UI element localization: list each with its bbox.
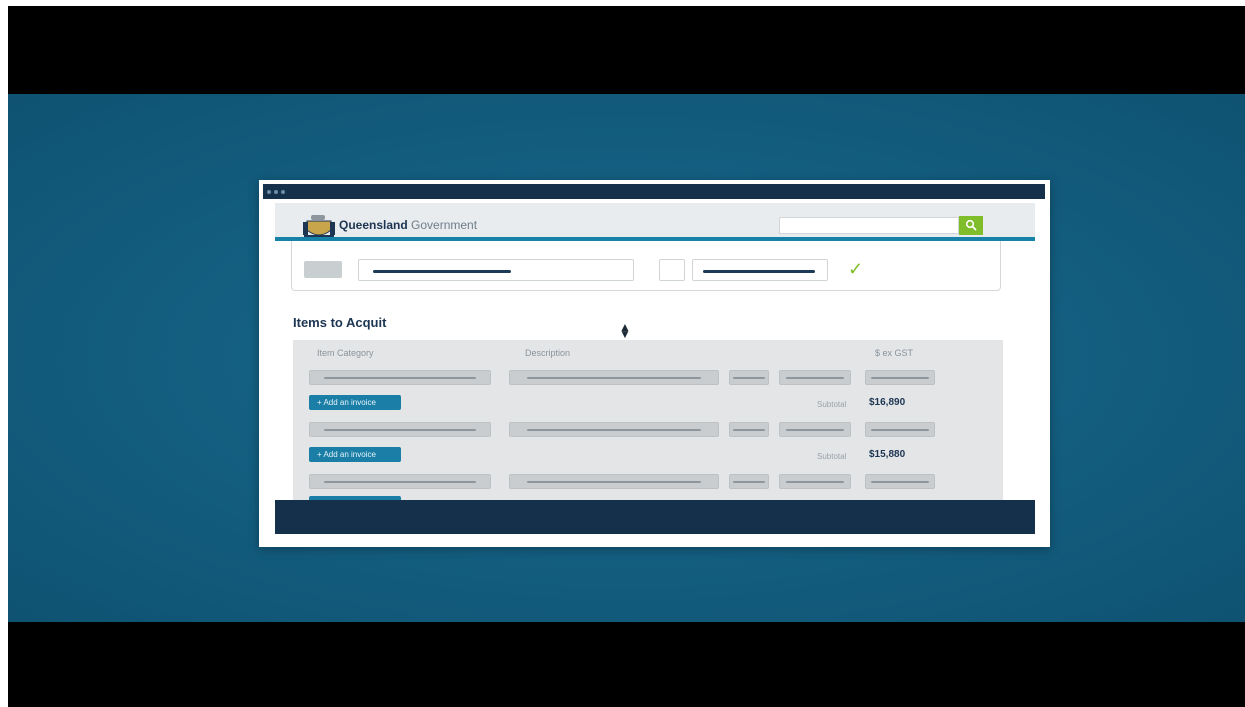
- items-table: Item Category Description $ ex GST + Add…: [293, 340, 1003, 511]
- add-invoice-button[interactable]: + Add an invoice: [309, 395, 401, 410]
- site-brand[interactable]: Queensland Government: [339, 218, 477, 232]
- form-panel: ✓: [291, 241, 1001, 291]
- sort-arrows-icon[interactable]: ▲ ▼: [619, 321, 631, 340]
- search-button[interactable]: [959, 216, 983, 235]
- subtotal-label: Subtotal: [817, 452, 847, 461]
- search-icon: [965, 219, 977, 231]
- table-cell[interactable]: [779, 474, 851, 489]
- item-category-cell[interactable]: [309, 370, 491, 385]
- table-cell[interactable]: [729, 474, 769, 489]
- field-prefix: [304, 261, 342, 278]
- amount-cell[interactable]: [865, 422, 935, 437]
- field-value-placeholder: [373, 270, 511, 273]
- calendar-icon[interactable]: [659, 259, 685, 281]
- column-header-amount: $ ex GST: [875, 348, 914, 358]
- item-category-cell[interactable]: [309, 474, 491, 489]
- table-cell[interactable]: [729, 370, 769, 385]
- window-control-icon[interactable]: [274, 190, 278, 194]
- window-title-bar: [263, 184, 1045, 199]
- description-cell[interactable]: [509, 422, 719, 437]
- footer-bar: [275, 500, 1035, 534]
- item-category-cell[interactable]: [309, 422, 491, 437]
- column-header-description: Description: [525, 348, 571, 358]
- field-value-placeholder: [703, 270, 815, 273]
- amount-cell[interactable]: [865, 370, 935, 385]
- description-cell[interactable]: [509, 370, 719, 385]
- date-field[interactable]: [692, 259, 828, 281]
- brand-name-bold: Queensland: [339, 218, 408, 232]
- checkmark-icon: ✓: [848, 259, 864, 279]
- section-title: Items to Acquit: [293, 315, 387, 330]
- subtotal-label: Subtotal: [817, 400, 847, 409]
- window-control-icon[interactable]: [281, 190, 285, 194]
- site-header: Queensland Government: [275, 203, 1035, 238]
- form-field[interactable]: [358, 259, 634, 281]
- column-header-category: Item Category: [317, 348, 374, 358]
- description-cell[interactable]: [509, 474, 719, 489]
- subtotal-value: $16,890: [869, 397, 906, 408]
- window-control-icon[interactable]: [267, 190, 271, 194]
- subtotal-value: $15,880: [869, 449, 906, 460]
- table-cell[interactable]: [779, 370, 851, 385]
- search-input[interactable]: [779, 217, 959, 234]
- browser-window: Queensland Government ✓ Items to Acquit …: [259, 180, 1050, 547]
- amount-cell[interactable]: [865, 474, 935, 489]
- table-cell[interactable]: [729, 422, 769, 437]
- brand-name-light: Government: [411, 218, 478, 232]
- table-cell[interactable]: [779, 422, 851, 437]
- add-invoice-button[interactable]: + Add an invoice: [309, 447, 401, 462]
